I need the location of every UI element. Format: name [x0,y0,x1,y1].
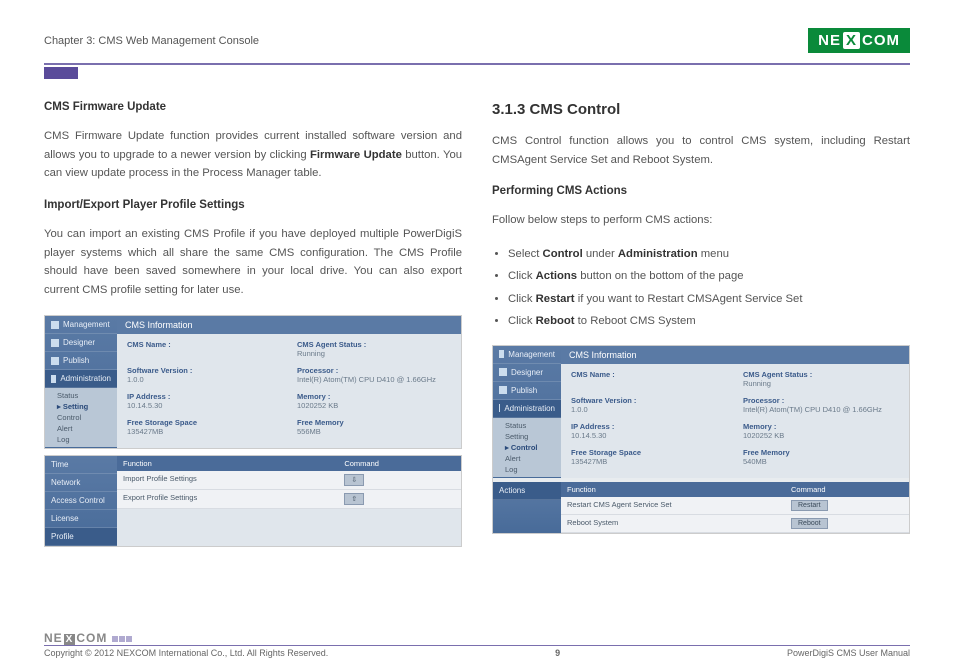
sidebar-item: Designer [45,334,117,352]
right-column: 3.1.3 CMS Control CMS Control function a… [492,101,910,547]
footer-squares-icon [112,636,132,642]
sidebar-item-profile: Profile [45,528,117,546]
sidebar-submenu: Status▸ SettingControlAlertLog [45,388,117,447]
sidebar-item-administration: Administration [493,400,561,418]
actions-tab: Actions [493,482,561,500]
steps-intro: Follow below steps to perform CMS action… [492,211,910,230]
screenshot-cms-info: Management Designer Publish Administrati… [44,315,462,449]
cms-firmware-heading: CMS Firmware Update [44,101,462,113]
nexcom-logo: NEXCOM [808,28,910,53]
sidebar-item: Management [493,346,561,364]
header-rule [44,63,910,65]
screenshot-control: Management Designer Publish Administrati… [492,345,910,534]
reboot-button: Reboot [791,518,828,529]
chapter-title: Chapter 3: CMS Web Management Console [44,35,259,47]
list-item: Click Reboot to Reboot CMS System [508,313,910,331]
import-icon: ⇩ [344,474,364,486]
screenshot-profile: Time Network Access Control License Prof… [44,455,462,547]
page-footer: NEXCOM Copyright © 2012 NEXCOM Internati… [44,631,910,658]
list-item: Click Restart if you want to Restart CMS… [508,291,910,309]
sidebar-item-administration: Administration [45,370,117,388]
panel-title: CMS Information [561,346,909,364]
table-row: Restart CMS Agent Service SetRestart [561,497,909,515]
import-export-heading: Import/Export Player Profile Settings [44,199,462,211]
table-header: FunctionCommand [117,456,461,471]
page-number: 9 [555,648,560,658]
sidebar-item: Time [45,456,117,474]
designer-icon [51,339,59,347]
import-export-paragraph: You can import an existing CMS Profile i… [44,225,462,300]
firmware-paragraph: CMS Firmware Update function provides cu… [44,127,462,183]
table-row: Import Profile Settings⇩ [117,471,461,490]
management-icon [499,350,504,358]
sidebar-item: Access Control [45,492,117,510]
steps-list: Select Control under Administration menu… [492,246,910,331]
admin-icon [51,375,56,383]
performing-actions-heading: Performing CMS Actions [492,185,910,197]
sidebar-item: Network [45,474,117,492]
list-item: Click Actions button on the bottom of th… [508,268,910,286]
management-icon [51,321,59,329]
designer-icon [499,368,507,376]
table-row: Reboot SystemReboot [561,515,909,533]
export-icon: ⇧ [344,493,364,505]
sidebar-item: License [45,510,117,528]
panel-title: CMS Information [117,316,461,334]
list-item: Select Control under Administration menu [508,246,910,264]
table-header: FunctionCommand [561,482,909,497]
cms-control-heading: 3.1.3 CMS Control [492,101,910,118]
sidebar-item: Management [45,316,117,334]
admin-icon [499,404,500,412]
header-tab [44,67,78,79]
restart-button: Restart [791,500,828,511]
sidebar-item: Designer [493,364,561,382]
sidebar-item: Publish [493,382,561,400]
publish-icon [499,386,507,394]
sidebar-submenu: StatusSetting▸ ControlAlertLog [493,418,561,477]
publish-icon [51,357,59,365]
sidebar-item: Publish [45,352,117,370]
table-row: Export Profile Settings⇧ [117,490,461,509]
left-column: CMS Firmware Update CMS Firmware Update … [44,101,462,547]
copyright: Copyright © 2012 NEXCOM International Co… [44,648,328,658]
cms-control-paragraph: CMS Control function allows you to contr… [492,132,910,169]
footer-logo: NEXCOM [44,631,910,645]
manual-title: PowerDigiS CMS User Manual [787,648,910,658]
